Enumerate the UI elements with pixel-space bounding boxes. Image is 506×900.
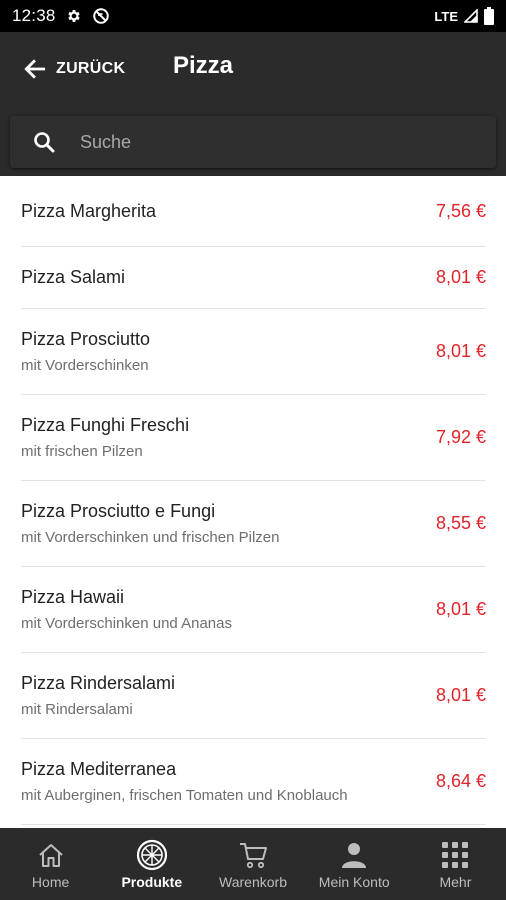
- list-item[interactable]: Pizza Mediterranea mit Auberginen, frisc…: [21, 739, 486, 825]
- list-item[interactable]: Pizza Funghi Freschi mit frischen Pilzen…: [21, 395, 486, 481]
- item-name: Pizza Rindersalami: [21, 673, 176, 693]
- signal-icon: [464, 9, 478, 23]
- nav-label: Home: [31, 873, 70, 890]
- item-text: Pizza Margherita: [21, 201, 156, 222]
- item-text: Pizza Rindersalami mit Rindersalami: [21, 673, 175, 718]
- list-item[interactable]: Pizza Hawaii mit Vorderschinken und Anan…: [21, 567, 486, 653]
- item-text: Pizza Prosciutto e Fungi mit Vorderschin…: [21, 501, 279, 546]
- item-description: mit Auberginen, frischen Tomaten und Kno…: [21, 787, 348, 804]
- product-list: Pizza Margherita 7,56 € Pizza Salami 8,0…: [0, 176, 506, 828]
- status-bar: 12:38 LTE: [0, 0, 506, 32]
- gear-icon: [66, 8, 82, 24]
- item-description: mit Rindersalami: [21, 701, 133, 718]
- item-price: 8,01 €: [435, 341, 486, 361]
- app-bar: ZURÜCK Pizza: [0, 32, 506, 176]
- search-box[interactable]: [10, 116, 496, 168]
- nav-label: Produkte: [121, 873, 183, 890]
- item-name: Pizza Mediterranea: [21, 759, 177, 779]
- list-item[interactable]: Pizza Margherita 7,56 €: [21, 176, 486, 247]
- item-description: mit Vorderschinken: [21, 357, 149, 374]
- list-item[interactable]: Pizza Prosciutto mit Vorderschinken 8,01…: [21, 309, 486, 395]
- arrow-left-icon: [22, 56, 48, 82]
- item-text: Pizza Mediterranea mit Auberginen, frisc…: [21, 759, 348, 804]
- bottom-nav: Home Produkte Warenkorb Mein Konto Mehr: [0, 828, 506, 900]
- nav-mehr[interactable]: Mehr: [405, 828, 506, 900]
- nav-label: Mein Konto: [318, 873, 390, 890]
- list-item[interactable]: Pizza Rindersalami mit Rindersalami 8,01…: [21, 653, 486, 739]
- grid-icon: [441, 839, 469, 871]
- network-label: LTE: [434, 8, 458, 24]
- nav-label: Mehr: [439, 873, 472, 890]
- back-label: ZURÜCK: [56, 60, 126, 77]
- item-name: Pizza Prosciutto: [21, 329, 151, 349]
- item-price: 8,01 €: [435, 599, 486, 619]
- list-item[interactable]: Pizza Salami 8,01 €: [21, 247, 486, 309]
- nav-mein-konto[interactable]: Mein Konto: [304, 828, 405, 900]
- item-price: 8,55 €: [435, 513, 486, 533]
- item-price: 8,64 €: [435, 771, 486, 791]
- status-left: 12:38: [12, 6, 110, 26]
- item-price: 8,01 €: [435, 267, 486, 287]
- item-description: mit Vorderschinken und Ananas: [21, 615, 232, 632]
- list-item[interactable]: Pizza Prosciutto e Fungi mit Vorderschin…: [21, 481, 486, 567]
- status-right: LTE: [434, 7, 494, 25]
- item-name: Pizza Funghi Freschi: [21, 415, 190, 435]
- account-icon: [339, 839, 369, 871]
- item-text: Pizza Hawaii mit Vorderschinken und Anan…: [21, 587, 232, 632]
- search-icon: [32, 130, 56, 154]
- home-icon: [36, 839, 66, 871]
- nav-warenkorb[interactable]: Warenkorb: [202, 828, 303, 900]
- pizza-icon: [136, 839, 168, 871]
- cart-icon: [237, 839, 269, 871]
- nav-label: Warenkorb: [219, 873, 287, 890]
- item-price: 7,56 €: [435, 200, 486, 221]
- nav-home[interactable]: Home: [0, 828, 101, 900]
- battery-icon: [484, 7, 494, 25]
- item-name: Pizza Margherita: [21, 200, 157, 221]
- search-input[interactable]: [80, 122, 496, 162]
- item-name: Pizza Prosciutto e Fungi: [21, 501, 216, 521]
- page-title: Pizza: [173, 52, 234, 79]
- status-time: 12:38: [12, 6, 56, 25]
- item-description: mit frischen Pilzen: [21, 443, 143, 460]
- no-sync-icon: [92, 7, 110, 25]
- item-name: Pizza Salami: [21, 267, 126, 287]
- nav-produkte[interactable]: Produkte: [101, 828, 202, 900]
- item-text: Pizza Funghi Freschi mit frischen Pilzen: [21, 415, 189, 460]
- item-price: 7,92 €: [435, 427, 486, 447]
- item-text: Pizza Prosciutto mit Vorderschinken: [21, 329, 150, 374]
- item-text: Pizza Salami: [21, 267, 125, 288]
- back-button[interactable]: ZURÜCK: [22, 54, 125, 84]
- item-description: mit Vorderschinken und frischen Pilzen: [21, 529, 280, 546]
- item-price: 8,01 €: [435, 685, 486, 705]
- item-name: Pizza Hawaii: [21, 587, 125, 607]
